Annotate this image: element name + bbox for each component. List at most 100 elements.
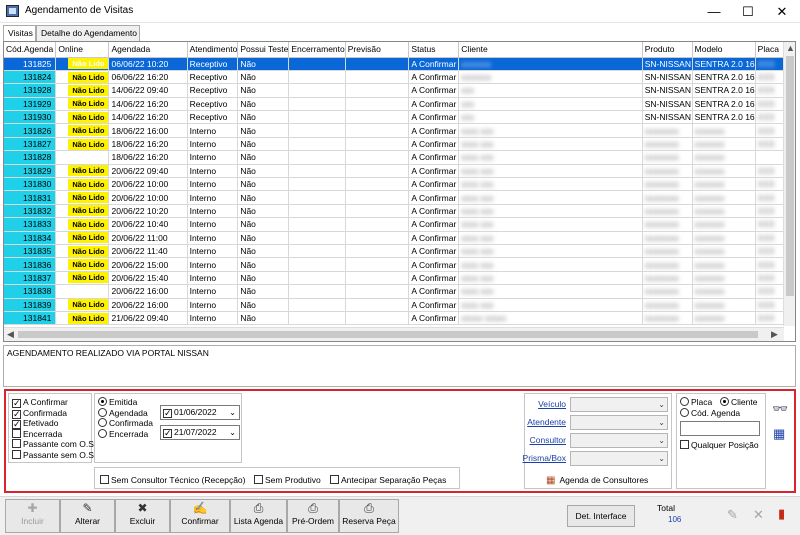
- cell-online: Não Lido: [55, 70, 110, 85]
- filter-combo[interactable]: ⌄: [570, 433, 668, 448]
- search-by-label: Cód. Agenda: [691, 408, 741, 418]
- qualquer-posicao-checkbox[interactable]: Qualquer Posição: [680, 440, 759, 451]
- date-type-radio[interactable]: Confirmada: [98, 418, 153, 429]
- status-checkbox[interactable]: ✓ Confirmada: [12, 408, 67, 419]
- table-row[interactable]: 131833 Não Lido 20/06/22 10:40 Interno Não A …: [4, 217, 795, 232]
- vertical-scroll-thumb[interactable]: [786, 56, 794, 296]
- table-row[interactable]: 131825 Não Lido 06/06/22 10:20 Receptivo Não…: [4, 57, 795, 71]
- column-header[interactable]: Status: [408, 42, 460, 58]
- chevron-down-icon[interactable]: ⌄: [229, 406, 236, 419]
- table-row[interactable]: 131836 Não Lido 20/06/22 15:00 Interno Não A …: [4, 257, 795, 272]
- column-header[interactable]: Modelo: [692, 42, 756, 58]
- observation-memo[interactable]: AGENDAMENTO REALIZADO VIA PORTAL NISSAN: [3, 345, 796, 387]
- table-row[interactable]: 131834 Não Lido 20/06/22 11:00 Interno Não A …: [4, 231, 795, 245]
- online-badge: Não Lido: [68, 272, 108, 284]
- column-header[interactable]: Previsão: [345, 42, 410, 58]
- scroll-up-icon[interactable]: ▲: [786, 43, 795, 53]
- lista-agenda-button[interactable]: ⎙ Lista Agenda: [230, 499, 287, 533]
- column-header[interactable]: Online: [55, 42, 110, 58]
- calendar-search-icon[interactable]: ▦: [773, 426, 785, 442]
- status-checkbox[interactable]: Passante com O.S: [12, 439, 94, 450]
- chevron-down-icon[interactable]: ⌄: [229, 426, 236, 439]
- table-row[interactable]: 131827 Não Lido 18/06/22 16:20 Interno Não A …: [4, 137, 795, 152]
- scroll-right-icon[interactable]: ▶: [771, 329, 778, 340]
- combo-label[interactable]: Consultor: [504, 435, 566, 445]
- table-row[interactable]: 131838 20/06/22 16:00 Interno Não A Confirma…: [4, 284, 795, 299]
- combo-label[interactable]: Atendente: [504, 417, 566, 427]
- status-checkbox[interactable]: Passante sem O.S: [12, 449, 94, 461]
- option-checkbox[interactable]: Sem Produtivo: [254, 475, 321, 486]
- option-checkbox[interactable]: Sem Consultor Técnico (Recepção): [100, 475, 246, 486]
- column-header[interactable]: Cliente: [458, 42, 643, 58]
- date-from-field[interactable]: ✓ 01/06/2022 ⌄: [160, 405, 240, 420]
- column-header[interactable]: Produto: [642, 42, 693, 58]
- cell-agendada-text: 14/06/22 16:20: [111, 98, 169, 109]
- cell-previsao: [345, 257, 410, 272]
- table-row[interactable]: 131832 Não Lido 20/06/22 10:20 Interno Não A …: [4, 204, 795, 219]
- table-row[interactable]: 131930 Não Lido 14/06/22 16:20 Receptivo Não…: [4, 110, 795, 125]
- column-header[interactable]: Agendada: [108, 42, 188, 58]
- incluir-button[interactable]: ✚ Incluir: [5, 499, 60, 533]
- close-button[interactable]: ✕: [765, 0, 799, 23]
- status-checkbox[interactable]: ✓ Efetivado: [12, 418, 58, 429]
- chevron-down-icon[interactable]: ⌄: [658, 434, 665, 447]
- date-to-field[interactable]: ✓ 21/07/2022 ⌄: [160, 425, 240, 440]
- confirmar-button[interactable]: ✍ Confirmar: [170, 499, 230, 533]
- date-to-check[interactable]: ✓: [163, 429, 172, 438]
- reserva-peca-button[interactable]: ⎙ Reserva Peça: [339, 499, 399, 533]
- table-row[interactable]: 131837 Não Lido 20/06/22 15:40 Interno Não A …: [4, 271, 795, 286]
- column-header[interactable]: Encerramento: [288, 42, 346, 58]
- search-by-radio[interactable]: Cliente: [720, 397, 757, 408]
- chevron-down-icon[interactable]: ⌄: [658, 452, 665, 465]
- column-header[interactable]: Possui Teste: [237, 42, 290, 58]
- scroll-left-icon[interactable]: ◀: [7, 329, 14, 340]
- combo-label[interactable]: Veículo: [504, 399, 566, 409]
- date-type-radio[interactable]: Agendada: [98, 407, 148, 419]
- combo-label[interactable]: Prisma/Box: [504, 453, 566, 463]
- cell-previsao: [345, 244, 410, 259]
- chevron-down-icon[interactable]: ⌄: [658, 416, 665, 429]
- filter-combo[interactable]: ⌄: [570, 451, 668, 466]
- search-by-radio[interactable]: Placa: [680, 397, 712, 408]
- table-row[interactable]: 131839 Não Lido 20/06/22 16:00 Interno Não A …: [4, 298, 795, 312]
- table-row[interactable]: 131829 Não Lido 20/06/22 09:40 Interno Não A …: [4, 164, 795, 179]
- visits-grid[interactable]: Cód.Agenda Online Agendada Atendimento Possu…: [3, 41, 796, 342]
- status-checkbox[interactable]: Encerrada: [12, 428, 62, 440]
- search-by-radio[interactable]: Cód. Agenda: [680, 408, 740, 419]
- filter-combo[interactable]: ⌄: [570, 397, 668, 412]
- excluir-button[interactable]: ✖ Excluir: [115, 499, 170, 533]
- date-type-radio[interactable]: Emitida: [98, 397, 137, 408]
- exit-door-icon[interactable]: ▮: [778, 506, 785, 522]
- table-row[interactable]: 131831 Não Lido 20/06/22 10:00 Interno Não A …: [4, 190, 795, 205]
- column-header[interactable]: Cód.Agenda: [4, 42, 57, 58]
- table-row[interactable]: 131828 18/06/22 16:20 Interno Não A Confirma…: [4, 150, 795, 165]
- status-checkbox[interactable]: ✓ A Confirmar: [12, 397, 68, 408]
- agenda-consultores-button[interactable]: ▦ Agenda de Consultores: [546, 475, 648, 486]
- table-row[interactable]: 131826 Não Lido 18/06/22 16:00 Interno Não A …: [4, 123, 795, 138]
- glasses-icon[interactable]: 👓: [772, 401, 788, 417]
- option-checkbox[interactable]: Antecipar Separação Peças: [330, 475, 446, 486]
- table-row[interactable]: 131835 Não Lido 20/06/22 11:40 Interno Não A …: [4, 244, 795, 259]
- vertical-scrollbar[interactable]: ▲: [783, 42, 795, 326]
- horizontal-scrollbar[interactable]: ◀ ▶: [4, 327, 784, 341]
- cell-possui-teste-text: Não: [240, 313, 256, 324]
- date-from-check[interactable]: ✓: [163, 409, 172, 418]
- det-interface-button[interactable]: Det. Interface: [567, 505, 635, 527]
- table-row[interactable]: 131830 Não Lido 20/06/22 10:00 Interno Não A …: [4, 177, 795, 192]
- tab-detalhe-agendamento[interactable]: Detalhe do Agendamento: [36, 25, 140, 41]
- minimize-button[interactable]: —: [697, 0, 731, 23]
- table-row[interactable]: 131929 Não Lido 14/06/22 16:20 Receptivo Não…: [4, 97, 795, 112]
- maximize-button[interactable]: ☐: [731, 0, 765, 23]
- table-row[interactable]: 131928 Não Lido 14/06/22 09:40 Receptivo Não…: [4, 83, 795, 98]
- search-input[interactable]: [680, 421, 760, 436]
- tab-visitas[interactable]: Visitas: [3, 25, 36, 42]
- table-row[interactable]: 131841 Não Lido 21/06/22 09:40 Interno Não A …: [4, 311, 795, 326]
- column-header[interactable]: Atendimento: [187, 42, 239, 58]
- filter-combo[interactable]: ⌄: [570, 415, 668, 430]
- chevron-down-icon[interactable]: ⌄: [658, 398, 665, 411]
- horizontal-scroll-thumb[interactable]: [18, 331, 758, 338]
- date-type-radio[interactable]: Encerrada: [98, 428, 148, 440]
- alterar-button[interactable]: ✎ Alterar: [60, 499, 115, 533]
- pre-ordem-button[interactable]: ⎙ Pré-Ordem: [287, 499, 339, 533]
- table-row[interactable]: 131824 Não Lido 06/06/22 16:20 Receptivo Não…: [4, 70, 795, 85]
